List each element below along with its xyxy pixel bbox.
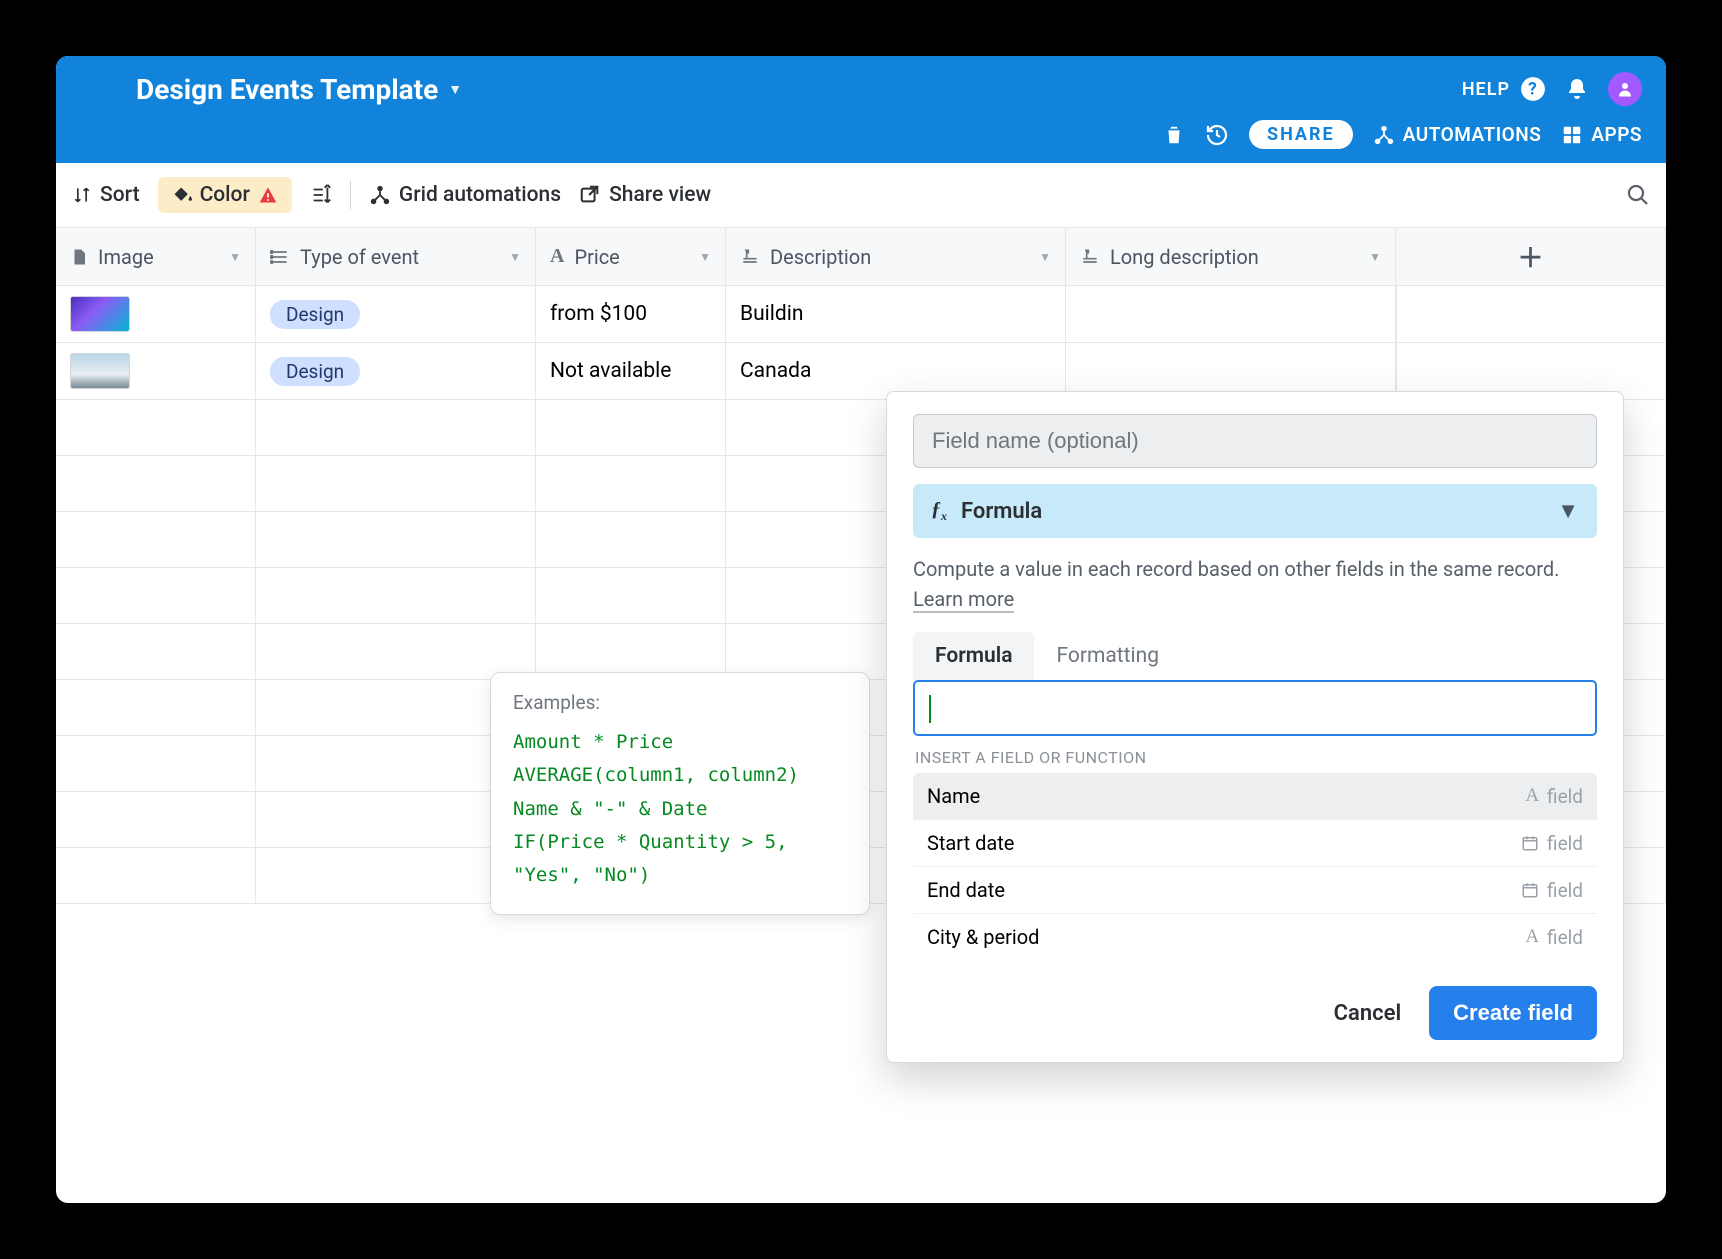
base-title-text: Design Events Template — [136, 73, 438, 106]
calendar-icon — [1521, 834, 1539, 852]
color-label: Color — [200, 183, 250, 207]
tag[interactable]: Design — [270, 300, 360, 329]
text-icon: A — [1525, 785, 1539, 807]
thumbnail[interactable] — [70, 296, 130, 332]
tooltip-body: Amount * Price AVERAGE(column1, column2)… — [513, 726, 847, 892]
chevron-down-icon: ▼ — [1557, 498, 1579, 524]
app-header: Design Events Template ▼ HELP ? — [56, 56, 1666, 163]
column-header-description[interactable]: Description ▼ — [726, 228, 1066, 285]
column-label: Image — [98, 245, 154, 269]
apps-label: APPS — [1591, 123, 1642, 146]
cancel-button[interactable]: Cancel — [1334, 1001, 1402, 1026]
sort-tool[interactable]: Sort — [72, 183, 140, 207]
tooltip-title: Examples: — [513, 691, 847, 714]
chevron-down-icon[interactable]: ▼ — [229, 250, 241, 264]
column-header-long-description[interactable]: Long description ▼ — [1066, 228, 1396, 285]
column-label: Type of event — [300, 245, 419, 269]
field-option[interactable]: City & period Afield — [913, 914, 1597, 960]
tab-formatting[interactable]: Formatting — [1034, 632, 1181, 680]
field-type-label: Formula — [961, 499, 1042, 524]
create-field-popover: ƒx Formula ▼ Compute a value in each rec… — [886, 391, 1624, 1063]
field-option-name: End date — [927, 878, 1005, 902]
automations-label: AUTOMATIONS — [1403, 123, 1542, 146]
chevron-down-icon[interactable]: ▼ — [1039, 250, 1051, 264]
text-icon: A — [550, 245, 564, 268]
field-name-input[interactable] — [913, 414, 1597, 468]
insert-section-label: INSERT A FIELD OR FUNCTION — [913, 748, 1597, 773]
grid-automations-label: Grid automations — [399, 183, 561, 207]
column-label: Description — [770, 245, 871, 269]
learn-more-link[interactable]: Learn more — [913, 587, 1014, 613]
history-button[interactable] — [1205, 123, 1229, 147]
automations-button[interactable]: AUTOMATIONS — [1373, 123, 1542, 146]
row-height-tool[interactable] — [310, 184, 332, 206]
cell-value: Buildin — [740, 302, 803, 326]
popover-tabs: Formula Formatting — [913, 632, 1597, 680]
help-icon: ? — [1520, 76, 1546, 102]
search-button[interactable] — [1626, 183, 1650, 207]
avatar[interactable] — [1608, 72, 1642, 106]
share-button[interactable]: SHARE — [1249, 120, 1353, 149]
grid-automations-tool[interactable]: Grid automations — [369, 183, 561, 207]
field-option-name: Name — [927, 784, 980, 808]
base-title[interactable]: Design Events Template ▼ — [136, 73, 462, 106]
column-header-type[interactable]: Type of event ▼ — [256, 228, 536, 285]
thumbnail[interactable] — [70, 353, 130, 389]
field-option[interactable]: Start date field — [913, 820, 1597, 867]
calendar-icon — [1521, 881, 1539, 899]
examples-tooltip: Examples: Amount * Price AVERAGE(column1… — [490, 672, 870, 915]
text-cursor — [929, 695, 931, 723]
formula-input[interactable] — [913, 680, 1597, 736]
warning-icon — [258, 185, 278, 205]
chevron-down-icon: ▼ — [448, 81, 462, 98]
notifications-icon[interactable] — [1564, 76, 1590, 102]
column-header-image[interactable]: Image ▼ — [56, 228, 256, 285]
field-list: Name Afield Start date field End date fi… — [913, 773, 1597, 960]
column-header-price[interactable]: A Price ▼ — [536, 228, 726, 285]
trash-button[interactable] — [1163, 124, 1185, 146]
share-view-label: Share view — [609, 183, 711, 207]
chevron-down-icon[interactable]: ▼ — [509, 250, 521, 264]
field-option-name: Start date — [927, 831, 1014, 855]
svg-text:?: ? — [1528, 79, 1538, 99]
chevron-down-icon[interactable]: ▼ — [1369, 250, 1381, 264]
cell-value: Not available — [550, 359, 671, 383]
column-label: Price — [574, 245, 619, 269]
create-field-button[interactable]: Create field — [1429, 986, 1597, 1040]
color-tool[interactable]: Color — [158, 177, 292, 213]
field-type-select[interactable]: ƒx Formula ▼ — [913, 484, 1597, 538]
grid-header: Image ▼ Type of event ▼ A Price ▼ Descri… — [56, 228, 1666, 286]
sort-label: Sort — [100, 183, 140, 207]
divider — [350, 181, 351, 209]
tag[interactable]: Design — [270, 357, 360, 386]
table-row[interactable]: Design from $100 Buildin — [56, 286, 1666, 343]
help-label: HELP — [1462, 79, 1510, 100]
chevron-down-icon[interactable]: ▼ — [699, 250, 711, 264]
text-icon: A — [1525, 926, 1539, 948]
column-label: Long description — [1110, 245, 1259, 269]
help-link[interactable]: HELP ? — [1462, 76, 1546, 102]
field-option[interactable]: Name Afield — [913, 773, 1597, 820]
add-field-button[interactable]: ＋ — [1396, 228, 1666, 285]
tab-formula[interactable]: Formula — [913, 632, 1034, 680]
formula-icon: ƒx — [931, 498, 947, 524]
cell-value: from $100 — [550, 302, 647, 326]
apps-button[interactable]: APPS — [1561, 123, 1642, 146]
field-option[interactable]: End date field — [913, 867, 1597, 914]
cell-value: Canada — [740, 359, 811, 383]
plus-icon: ＋ — [1517, 238, 1543, 275]
view-toolbar: Sort Color Grid automations Share view — [56, 163, 1666, 228]
field-option-name: City & period — [927, 925, 1039, 949]
share-label: SHARE — [1267, 124, 1335, 145]
share-view-tool[interactable]: Share view — [579, 183, 711, 207]
field-type-description: Compute a value in each record based on … — [913, 554, 1597, 614]
